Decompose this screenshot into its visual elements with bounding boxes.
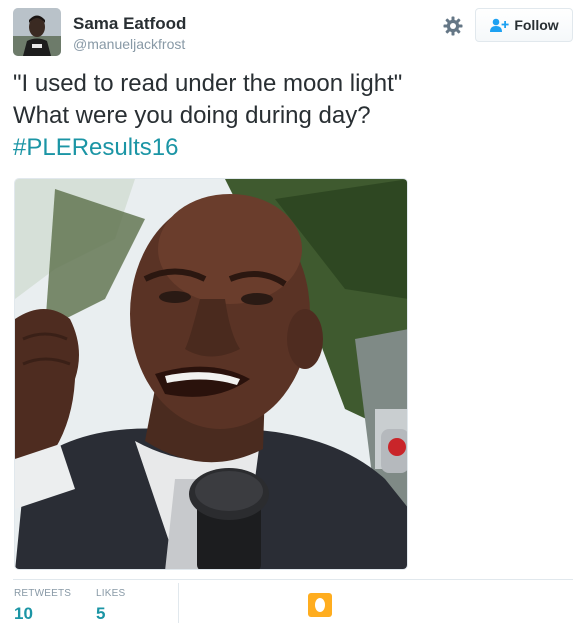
follow-button-label: Follow bbox=[514, 17, 559, 33]
follow-person-plus-icon bbox=[490, 18, 509, 32]
stats-divider bbox=[13, 579, 573, 580]
tweet-text-line-1: "I used to read under the moon light" bbox=[13, 70, 403, 97]
likes-stat[interactable]: LIKES 5 bbox=[96, 588, 125, 624]
follow-button[interactable]: Follow bbox=[475, 8, 573, 42]
retweets-stat[interactable]: RETWEETS 10 bbox=[14, 588, 71, 624]
stats-vertical-divider bbox=[178, 583, 179, 623]
tweet-text-line-2: What were you doing during day? bbox=[13, 102, 371, 129]
gear-icon[interactable] bbox=[441, 14, 465, 38]
author-display-name[interactable]: Sama Eatfood bbox=[73, 14, 186, 34]
tweet-card: Sama Eatfood @manueljackfrost Follow "I … bbox=[0, 0, 584, 627]
author-avatar[interactable] bbox=[13, 8, 61, 56]
retweets-count[interactable]: 10 bbox=[14, 604, 71, 624]
hashtag-link[interactable]: #PLEResults16 bbox=[13, 132, 573, 164]
retweets-label: RETWEETS bbox=[14, 588, 72, 599]
tweet-photo[interactable] bbox=[14, 178, 408, 570]
liker-avatar[interactable] bbox=[308, 593, 332, 617]
tweet-text: "I used to read under the moon light" Wh… bbox=[13, 68, 573, 164]
liker-avatar-placeholder-icon bbox=[315, 598, 325, 612]
likes-label: LIKES bbox=[96, 588, 126, 599]
likes-count[interactable]: 5 bbox=[96, 604, 125, 624]
author-handle[interactable]: @manueljackfrost bbox=[73, 36, 185, 53]
